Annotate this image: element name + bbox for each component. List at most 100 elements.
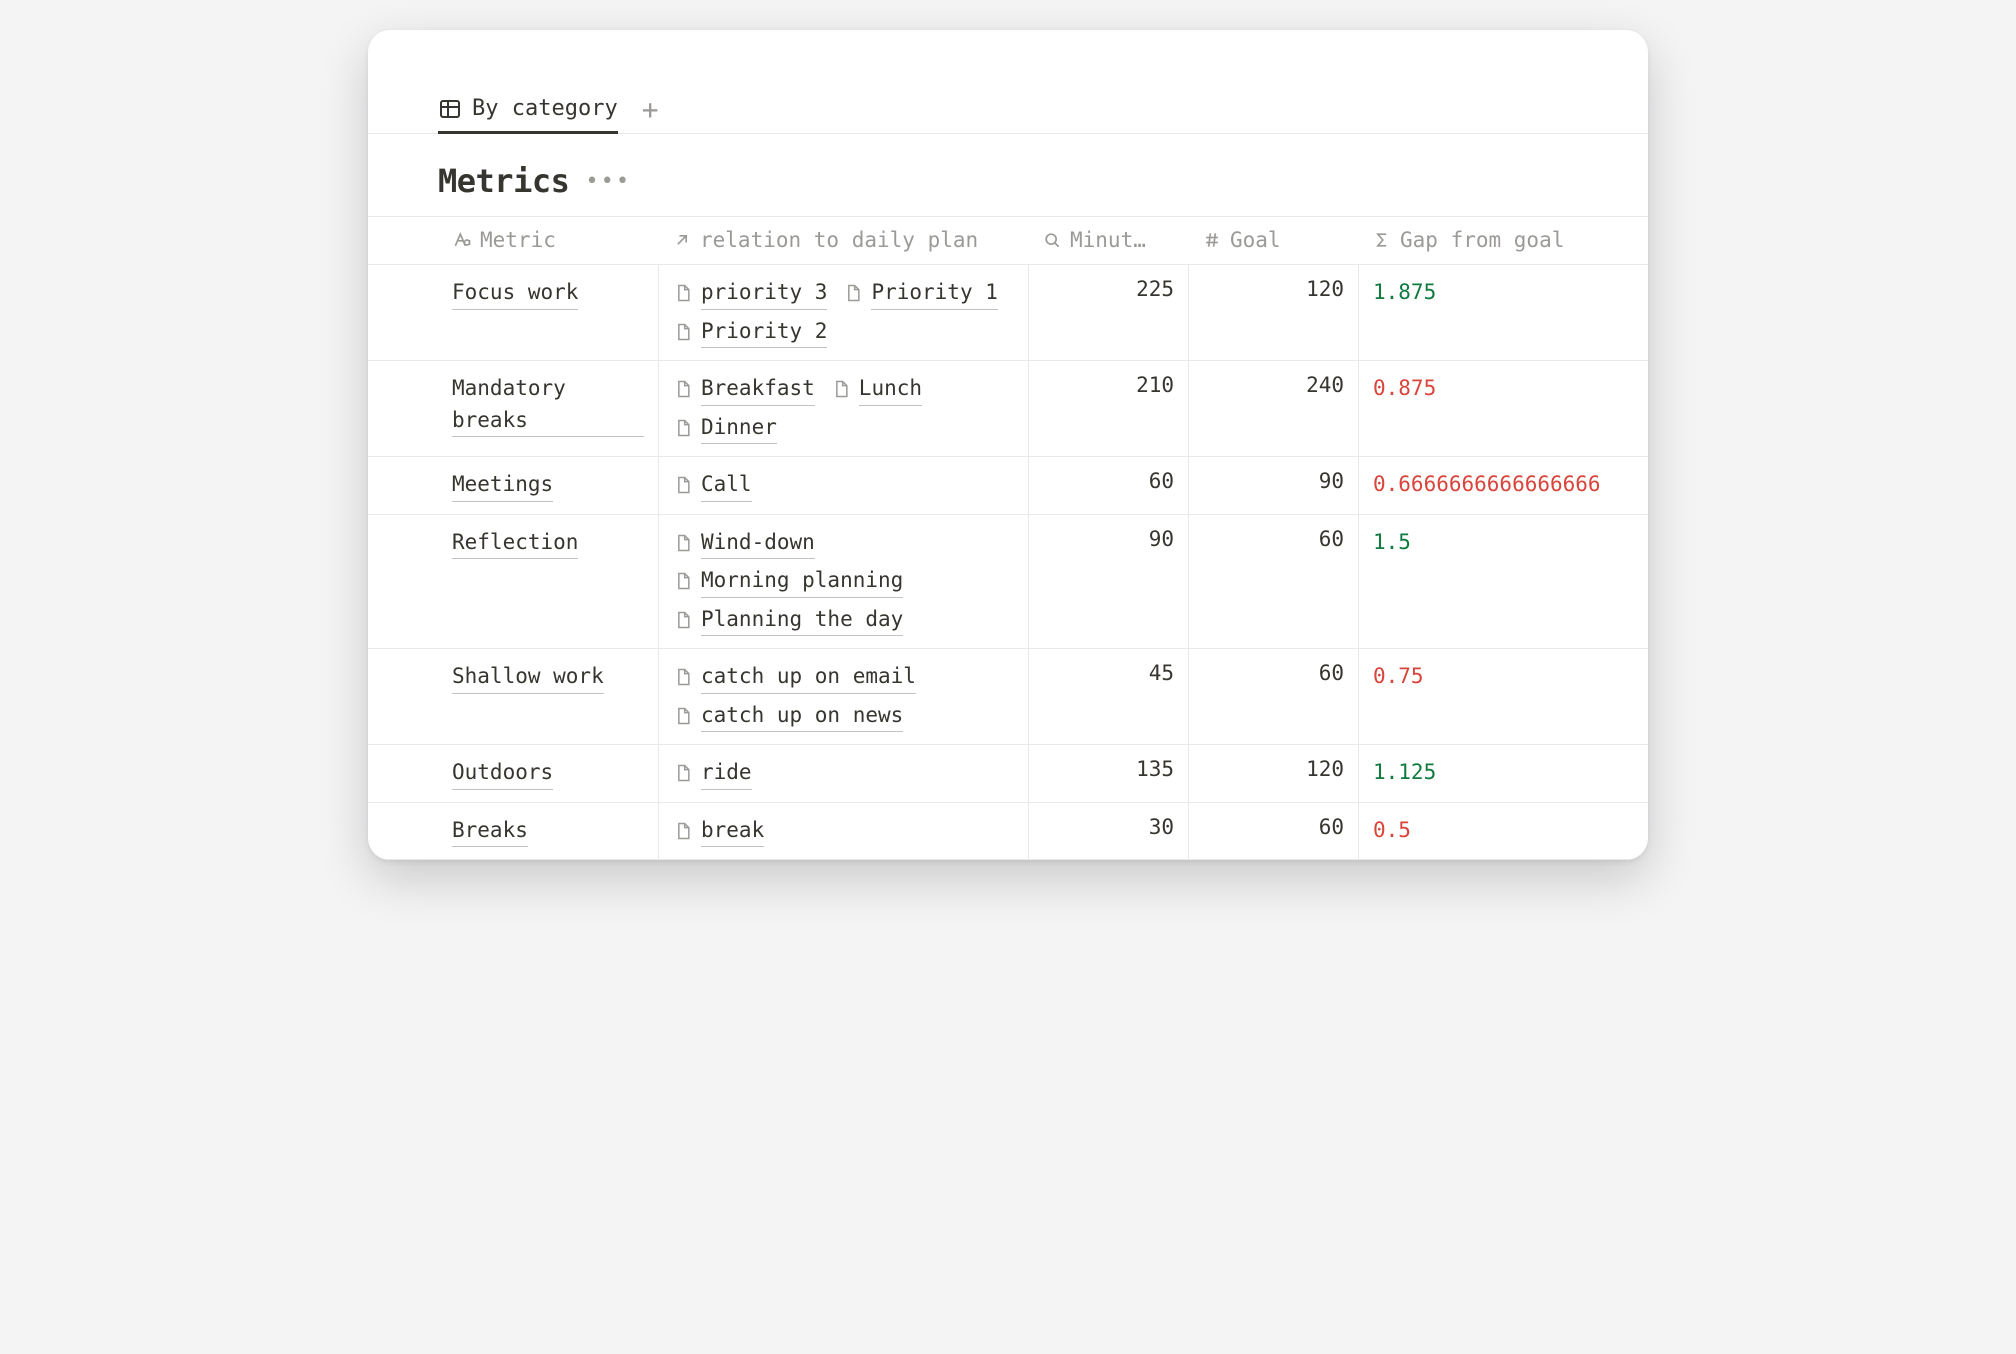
page-reference[interactable]: Planning the day xyxy=(673,604,903,637)
minutes-cell[interactable]: 225 xyxy=(1028,265,1188,360)
page-reference[interactable]: priority 3 xyxy=(673,277,827,310)
goal-cell[interactable]: 60 xyxy=(1188,515,1358,649)
metric-name[interactable]: Outdoors xyxy=(452,757,553,790)
metric-cell[interactable]: Outdoors xyxy=(438,745,658,802)
minutes-cell[interactable]: 60 xyxy=(1028,457,1188,514)
relation-cell[interactable]: Wind-down Morning planning Planning the da… xyxy=(658,515,1028,649)
minutes-cell[interactable]: 45 xyxy=(1028,649,1188,744)
page-reference-label: Priority 1 xyxy=(871,277,997,310)
tab-by-category[interactable]: By category xyxy=(438,90,618,134)
table-row: Mandatory breaks Breakfast Lunch Dinner 2102… xyxy=(368,361,1648,457)
title-row: Metrics ••• xyxy=(438,162,1578,200)
page-icon xyxy=(673,378,693,400)
page-icon xyxy=(673,532,693,554)
page-reference-label: Breakfast xyxy=(701,373,815,406)
relation-cell[interactable]: Breakfast Lunch Dinner xyxy=(658,361,1028,456)
page-reference[interactable]: Morning planning xyxy=(673,565,903,598)
metric-name[interactable]: Reflection xyxy=(452,527,578,560)
minutes-cell[interactable]: 90 xyxy=(1028,515,1188,649)
page-reference-label: Morning planning xyxy=(701,565,903,598)
column-label: Goal xyxy=(1230,228,1281,252)
page-reference-label: ride xyxy=(701,757,752,790)
gap-cell[interactable]: 0.6666666666666666 xyxy=(1358,457,1648,514)
view-tabs: By category + xyxy=(368,90,1648,134)
goal-cell[interactable]: 240 xyxy=(1188,361,1358,456)
page-reference[interactable]: ride xyxy=(673,757,752,790)
goal-cell[interactable]: 120 xyxy=(1188,265,1358,360)
goal-cell[interactable]: 60 xyxy=(1188,649,1358,744)
metric-name[interactable]: Meetings xyxy=(452,469,553,502)
page-reference-label: Priority 2 xyxy=(701,316,827,349)
relation-cell[interactable]: catch up on email catch up on news xyxy=(658,649,1028,744)
relation-cell[interactable]: ride xyxy=(658,745,1028,802)
page-reference[interactable]: break xyxy=(673,815,764,848)
page-icon xyxy=(831,378,851,400)
relation-cell[interactable]: priority 3 Priority 1 Priority 2 xyxy=(658,265,1028,360)
page-reference[interactable]: Priority 2 xyxy=(673,316,827,349)
metrics-table: Metric relation to daily plan Minut… xyxy=(368,216,1648,860)
page-icon xyxy=(673,609,693,631)
more-options-button[interactable]: ••• xyxy=(585,169,631,194)
page-icon xyxy=(673,321,693,343)
relation-arrow-icon xyxy=(672,230,692,250)
number-icon xyxy=(1202,230,1222,250)
page-reference[interactable]: Breakfast xyxy=(673,373,815,406)
gap-cell[interactable]: 0.75 xyxy=(1358,649,1648,744)
relation-cell[interactable]: Call xyxy=(658,457,1028,514)
column-label: Minut… xyxy=(1070,228,1146,252)
gap-cell[interactable]: 0.875 xyxy=(1358,361,1648,456)
metric-cell[interactable]: Focus work xyxy=(438,265,658,360)
page-reference[interactable]: Priority 1 xyxy=(843,277,997,310)
gap-cell[interactable]: 1.125 xyxy=(1358,745,1648,802)
page-reference[interactable]: Dinner xyxy=(673,412,777,445)
table-row: Outdoors ride 1351201.125 xyxy=(368,745,1648,803)
goal-cell[interactable]: 90 xyxy=(1188,457,1358,514)
relation-list: break xyxy=(673,815,764,848)
relation-cell[interactable]: break xyxy=(658,803,1028,860)
goal-cell[interactable]: 60 xyxy=(1188,803,1358,860)
metric-cell[interactable]: Mandatory breaks xyxy=(438,361,658,456)
minutes-cell[interactable]: 30 xyxy=(1028,803,1188,860)
column-label: relation to daily plan xyxy=(700,228,978,252)
page-reference[interactable]: Call xyxy=(673,469,752,502)
gap-cell[interactable]: 1.5 xyxy=(1358,515,1648,649)
metric-cell[interactable]: Reflection xyxy=(438,515,658,649)
column-label: Gap from goal xyxy=(1400,228,1564,252)
column-label: Metric xyxy=(480,228,556,252)
column-header-goal[interactable]: Goal xyxy=(1188,216,1358,264)
page-reference[interactable]: Wind-down xyxy=(673,527,815,560)
column-header-minutes[interactable]: Minut… xyxy=(1028,216,1188,264)
page-reference-label: Dinner xyxy=(701,412,777,445)
formula-sigma-icon xyxy=(1372,230,1392,250)
tab-label: By category xyxy=(472,96,618,121)
page-reference[interactable]: catch up on news xyxy=(673,700,903,733)
page-reference[interactable]: catch up on email xyxy=(673,661,916,694)
database-title[interactable]: Metrics xyxy=(438,162,569,200)
page-reference-label: Planning the day xyxy=(701,604,903,637)
metric-cell[interactable]: Meetings xyxy=(438,457,658,514)
search-rollup-icon xyxy=(1042,230,1062,250)
goal-cell[interactable]: 120 xyxy=(1188,745,1358,802)
metric-name[interactable]: Breaks xyxy=(452,815,528,848)
column-header-gap[interactable]: Gap from goal xyxy=(1358,216,1648,264)
text-type-icon xyxy=(452,230,472,250)
metric-cell[interactable]: Shallow work xyxy=(438,649,658,744)
gap-cell[interactable]: 1.875 xyxy=(1358,265,1648,360)
metric-name[interactable]: Focus work xyxy=(452,277,578,310)
page-icon xyxy=(673,705,693,727)
metric-cell[interactable]: Breaks xyxy=(438,803,658,860)
page-reference-label: catch up on email xyxy=(701,661,916,694)
add-view-button[interactable]: + xyxy=(642,96,659,128)
minutes-cell[interactable]: 135 xyxy=(1028,745,1188,802)
page-reference-label: Wind-down xyxy=(701,527,815,560)
column-header-metric[interactable]: Metric xyxy=(438,216,658,264)
page-reference-label: break xyxy=(701,815,764,848)
column-header-relation[interactable]: relation to daily plan xyxy=(658,216,1028,264)
metric-name[interactable]: Shallow work xyxy=(452,661,604,694)
minutes-cell[interactable]: 210 xyxy=(1028,361,1188,456)
metric-name[interactable]: Mandatory breaks xyxy=(452,373,644,437)
gap-cell[interactable]: 0.5 xyxy=(1358,803,1648,860)
page-reference[interactable]: Lunch xyxy=(831,373,922,406)
relation-list: Breakfast Lunch Dinner xyxy=(673,373,1014,444)
page-icon xyxy=(673,820,693,842)
